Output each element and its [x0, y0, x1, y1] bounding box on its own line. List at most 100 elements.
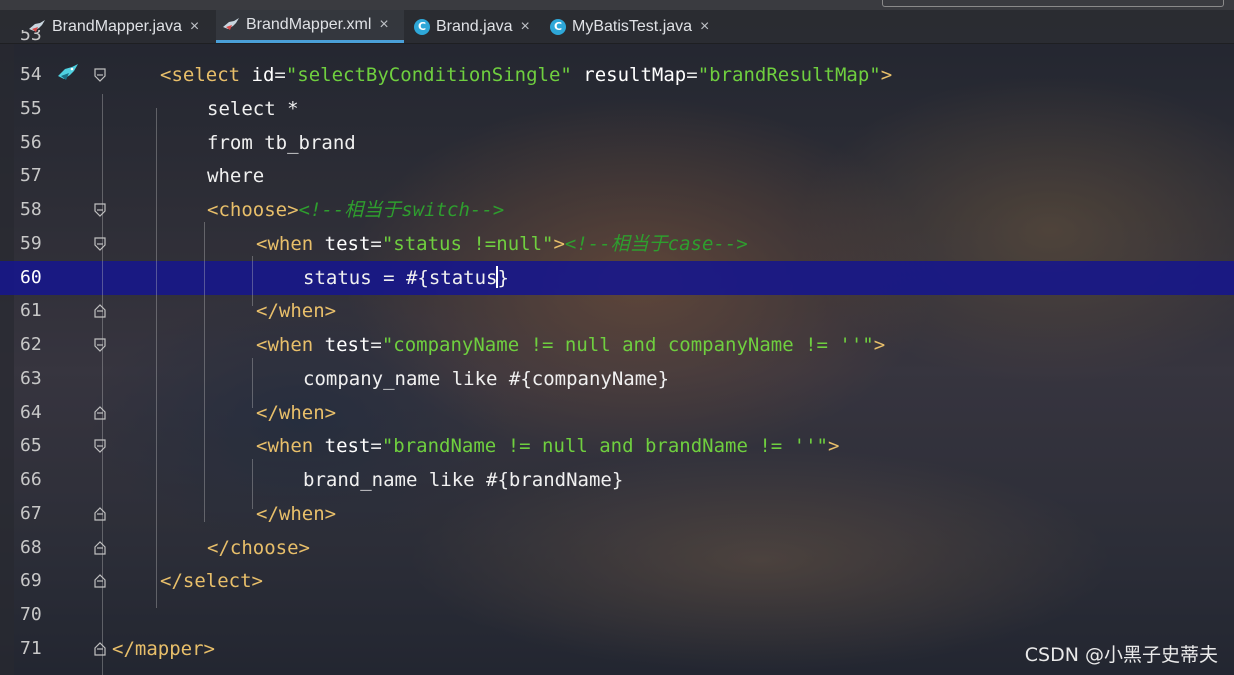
fold-close-icon[interactable]	[94, 506, 106, 521]
line-number: 70	[20, 604, 42, 625]
code-text[interactable]: </choose>	[207, 531, 310, 565]
code-text[interactable]: </when>	[256, 497, 336, 531]
current-code-line[interactable]: 60 status = #{status}	[0, 260, 1234, 295]
line-number: 63	[20, 367, 42, 389]
code-token: <select	[160, 64, 252, 86]
line-number: 57	[20, 165, 42, 187]
code-line[interactable]: 63 company_name like #{companyName}	[0, 362, 1234, 396]
code-token: "selectByConditionSingle"	[285, 64, 572, 86]
line-number: 55	[20, 97, 42, 119]
code-text[interactable]: from tb_brand	[207, 126, 356, 160]
code-token: <when	[256, 334, 325, 356]
fold-close-icon[interactable]	[94, 641, 106, 656]
code-token: =	[370, 334, 382, 356]
code-line[interactable]: 56 from tb_brand	[0, 126, 1234, 160]
line-number: 71	[20, 637, 42, 659]
fold-close-icon[interactable]	[94, 405, 106, 420]
indent-guide	[252, 256, 253, 306]
code-token: <when	[256, 435, 325, 458]
line-number: 53	[20, 30, 42, 45]
code-token: >	[873, 334, 886, 356]
code-token: <when	[256, 232, 325, 255]
code-token: }	[497, 266, 509, 289]
fold-close-icon[interactable]	[94, 304, 106, 318]
code-text[interactable]: </when>	[256, 396, 336, 430]
code-text[interactable]: </mapper>	[112, 632, 215, 666]
code-line[interactable]: 67 </when>	[0, 497, 1234, 531]
line-number: 66	[20, 469, 42, 490]
code-token: </when>	[256, 502, 337, 525]
line-number: 68	[20, 536, 42, 558]
indent-guide	[252, 459, 253, 509]
code-text[interactable]: company_name like #{companyName}	[303, 362, 669, 396]
code-line[interactable]: 54 <select id="selectByConditionSingle" r…	[0, 58, 1234, 92]
code-token: test	[324, 334, 371, 356]
fold-close-icon[interactable]	[94, 540, 106, 555]
code-token: =	[370, 232, 382, 255]
code-token: where	[207, 165, 265, 188]
indent-guide	[204, 222, 205, 522]
fold-open-icon[interactable]	[94, 68, 106, 82]
code-line[interactable]: 64 </when>	[0, 396, 1234, 430]
line-number: 65	[20, 435, 42, 457]
code-text[interactable]: <when test="companyName != null and comp…	[256, 328, 885, 362]
line-number: 61	[20, 300, 42, 322]
code-token: <choose>	[207, 199, 299, 221]
watermark: CSDN @小黑子史蒂夫	[1024, 644, 1218, 666]
code-token: =	[274, 64, 286, 86]
fold-open-icon[interactable]	[94, 203, 106, 217]
code-text[interactable]: <select id="selectByConditionSingle" res…	[160, 58, 892, 92]
top-strip	[0, 0, 1234, 10]
code-line[interactable]: 59 <when test="status !=null"><!--相当于case…	[0, 227, 1234, 261]
code-text[interactable]: select *	[207, 92, 299, 126]
code-line[interactable]: 57 where	[0, 159, 1234, 193]
line-number: 64	[20, 401, 42, 423]
code-text[interactable]: <choose><!--相当于switch-->	[207, 193, 504, 227]
code-token: <!--相当于case-->	[564, 232, 748, 255]
fold-open-icon[interactable]	[94, 237, 106, 251]
code-text[interactable]: </select>	[160, 564, 263, 598]
code-token: from tb_brand	[207, 131, 356, 154]
code-text[interactable]: </when>	[256, 294, 336, 328]
line-number: 58	[20, 199, 42, 220]
code-token: resultMap	[583, 64, 687, 86]
line-number: 59	[20, 232, 42, 254]
code-text[interactable]: <when test="brandName != null and brandN…	[256, 429, 839, 463]
code-line[interactable]: 69 </select>	[0, 564, 1234, 598]
line-number: 67	[20, 502, 42, 524]
fold-open-icon[interactable]	[94, 439, 106, 454]
code-token: =	[686, 64, 698, 86]
code-line[interactable]: 66 brand_name like #{brandName}	[0, 463, 1234, 497]
code-token: "brandResultMap"	[697, 64, 881, 86]
code-token: id	[251, 64, 275, 86]
code-token: =	[370, 435, 382, 458]
indent-guide	[156, 108, 157, 608]
code-line[interactable]: 62 <when test="companyName != null and co…	[0, 328, 1234, 362]
code-editor[interactable]: 53 54 <select id="selectByConditionSingle…	[0, 30, 1234, 675]
code-token: </when>	[256, 300, 337, 323]
code-token: "status !=null"	[381, 232, 554, 255]
code-text[interactable]: status = #{status}	[303, 261, 509, 295]
code-text[interactable]: where	[207, 159, 264, 193]
code-token: </when>	[256, 401, 337, 424]
code-token: test	[324, 435, 371, 458]
code-line[interactable]: 68 </choose>	[0, 531, 1234, 565]
search-box-edge[interactable]	[882, 0, 1224, 7]
code-line[interactable]: 65 <when test="brandName != null and bran…	[0, 429, 1234, 463]
indent-guide	[252, 358, 253, 408]
fold-close-icon[interactable]	[94, 574, 106, 588]
code-line[interactable]: 70	[0, 598, 1234, 632]
code-line[interactable]: 58 <choose><!--相当于switch-->	[0, 193, 1234, 227]
line-number: 69	[20, 570, 42, 592]
fold-line	[102, 94, 103, 675]
code-text[interactable]: brand_name like #{brandName}	[303, 463, 623, 497]
code-token: >	[827, 435, 840, 458]
mybatis-gutter-icon[interactable]	[56, 62, 80, 84]
code-token: "brandName != null and brandName != ''"	[381, 435, 828, 458]
fold-open-icon[interactable]	[94, 338, 106, 352]
code-line[interactable]: 55 select *	[0, 92, 1234, 126]
code-line[interactable]: 61 </when>	[0, 294, 1234, 328]
code-token: brand_name like #{brandName}	[303, 469, 624, 491]
code-text[interactable]: <when test="status !=null"><!--相当于case--…	[256, 227, 748, 261]
